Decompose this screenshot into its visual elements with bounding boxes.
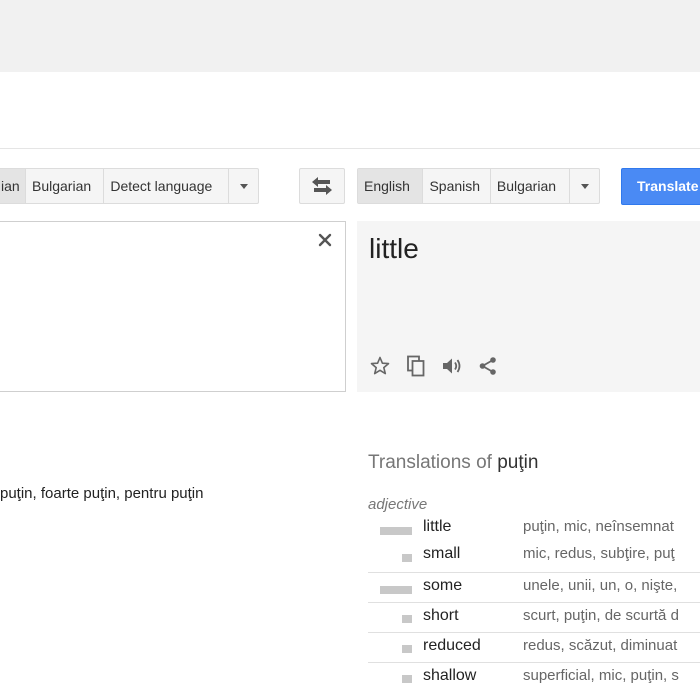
- target-lang-label: Bulgarian: [496, 178, 557, 194]
- translation-row: reduced redus, scăzut, diminuat: [368, 632, 700, 663]
- top-bar: [0, 0, 700, 72]
- swap-languages-button[interactable]: [299, 168, 345, 204]
- translation-row: small mic, redus, subţire, puţ: [368, 545, 700, 575]
- source-lang-label: Bulgarian: [32, 178, 92, 194]
- translation-term[interactable]: some: [423, 577, 462, 595]
- translations-heading-word: puţin: [497, 452, 539, 473]
- frequency-bar: [402, 615, 412, 623]
- translation-row: short scurt, puţin, de scurtă d: [368, 602, 700, 633]
- source-lang-label: ian: [1, 178, 20, 194]
- frequency-bar: [402, 645, 412, 653]
- source-lang-romanian[interactable]: ian: [0, 169, 26, 203]
- frequency-bar: [380, 527, 412, 535]
- source-lang-bulgarian[interactable]: Bulgarian: [26, 169, 105, 203]
- copy-icon: [407, 355, 425, 377]
- translation-term[interactable]: shallow: [423, 667, 476, 685]
- source-lang-dropdown[interactable]: [229, 169, 258, 203]
- close-icon: [318, 233, 332, 247]
- source-language-bar: ian Bulgarian Detect language: [0, 168, 259, 204]
- share-button[interactable]: [477, 355, 499, 377]
- clear-source-button[interactable]: [314, 229, 336, 251]
- result-toolbar: [369, 355, 499, 377]
- translation-term[interactable]: small: [423, 545, 460, 563]
- swap-languages-icon: [312, 177, 332, 195]
- translation-result-text: little: [369, 233, 419, 264]
- source-lang-detect[interactable]: Detect language: [104, 169, 230, 203]
- target-lang-label: English: [364, 178, 410, 194]
- target-language-bar: English Spanish Bulgarian: [357, 168, 600, 204]
- target-lang-dropdown[interactable]: [570, 169, 599, 203]
- translations-heading-prefix: Translations of: [368, 452, 492, 473]
- translation-result-panel: little: [357, 221, 700, 392]
- copy-button[interactable]: [405, 355, 427, 377]
- translation-term[interactable]: reduced: [423, 637, 481, 655]
- frequency-bar: [402, 554, 412, 562]
- chevron-down-icon: [580, 183, 589, 189]
- translation-synonyms: superficial, mic, puţin, s: [523, 667, 679, 684]
- target-lang-spanish[interactable]: Spanish: [423, 169, 491, 203]
- share-icon: [479, 357, 496, 375]
- translations-heading: Translations of puţin: [368, 452, 538, 474]
- translation-row: little puţin, mic, neînsemnat: [368, 518, 700, 548]
- translation-synonyms: redus, scăzut, diminuat: [523, 637, 678, 654]
- target-lang-bulgarian[interactable]: Bulgarian: [491, 169, 571, 203]
- frequency-bar: [402, 675, 412, 683]
- related-words: puţin, foarte puţin, pentru puţin: [0, 485, 204, 502]
- translate-button[interactable]: Translate: [621, 168, 700, 205]
- target-lang-english[interactable]: English: [358, 169, 424, 203]
- header-divider: [0, 148, 700, 149]
- translation-row: shallow superficial, mic, puţin, s: [368, 662, 700, 693]
- chevron-down-icon: [239, 183, 248, 189]
- frequency-bar: [380, 586, 412, 594]
- translation-synonyms: puţin, mic, neînsemnat: [523, 518, 674, 535]
- star-button[interactable]: [369, 355, 391, 377]
- translation-synonyms: mic, redus, subţire, puţ: [523, 545, 675, 562]
- source-lang-label: Detect language: [110, 178, 213, 194]
- translation-synonyms: unele, unii, un, o, nişte,: [523, 577, 678, 594]
- source-text-input[interactable]: [0, 221, 346, 392]
- speaker-icon: [443, 358, 461, 374]
- translation-term[interactable]: short: [423, 607, 459, 625]
- listen-button[interactable]: [441, 355, 463, 377]
- target-lang-label: Spanish: [429, 178, 481, 194]
- translation-synonyms: scurt, puţin, de scurtă d: [523, 607, 679, 624]
- translation-term[interactable]: little: [423, 518, 451, 536]
- part-of-speech: adjective: [368, 496, 428, 513]
- star-icon: [370, 356, 390, 375]
